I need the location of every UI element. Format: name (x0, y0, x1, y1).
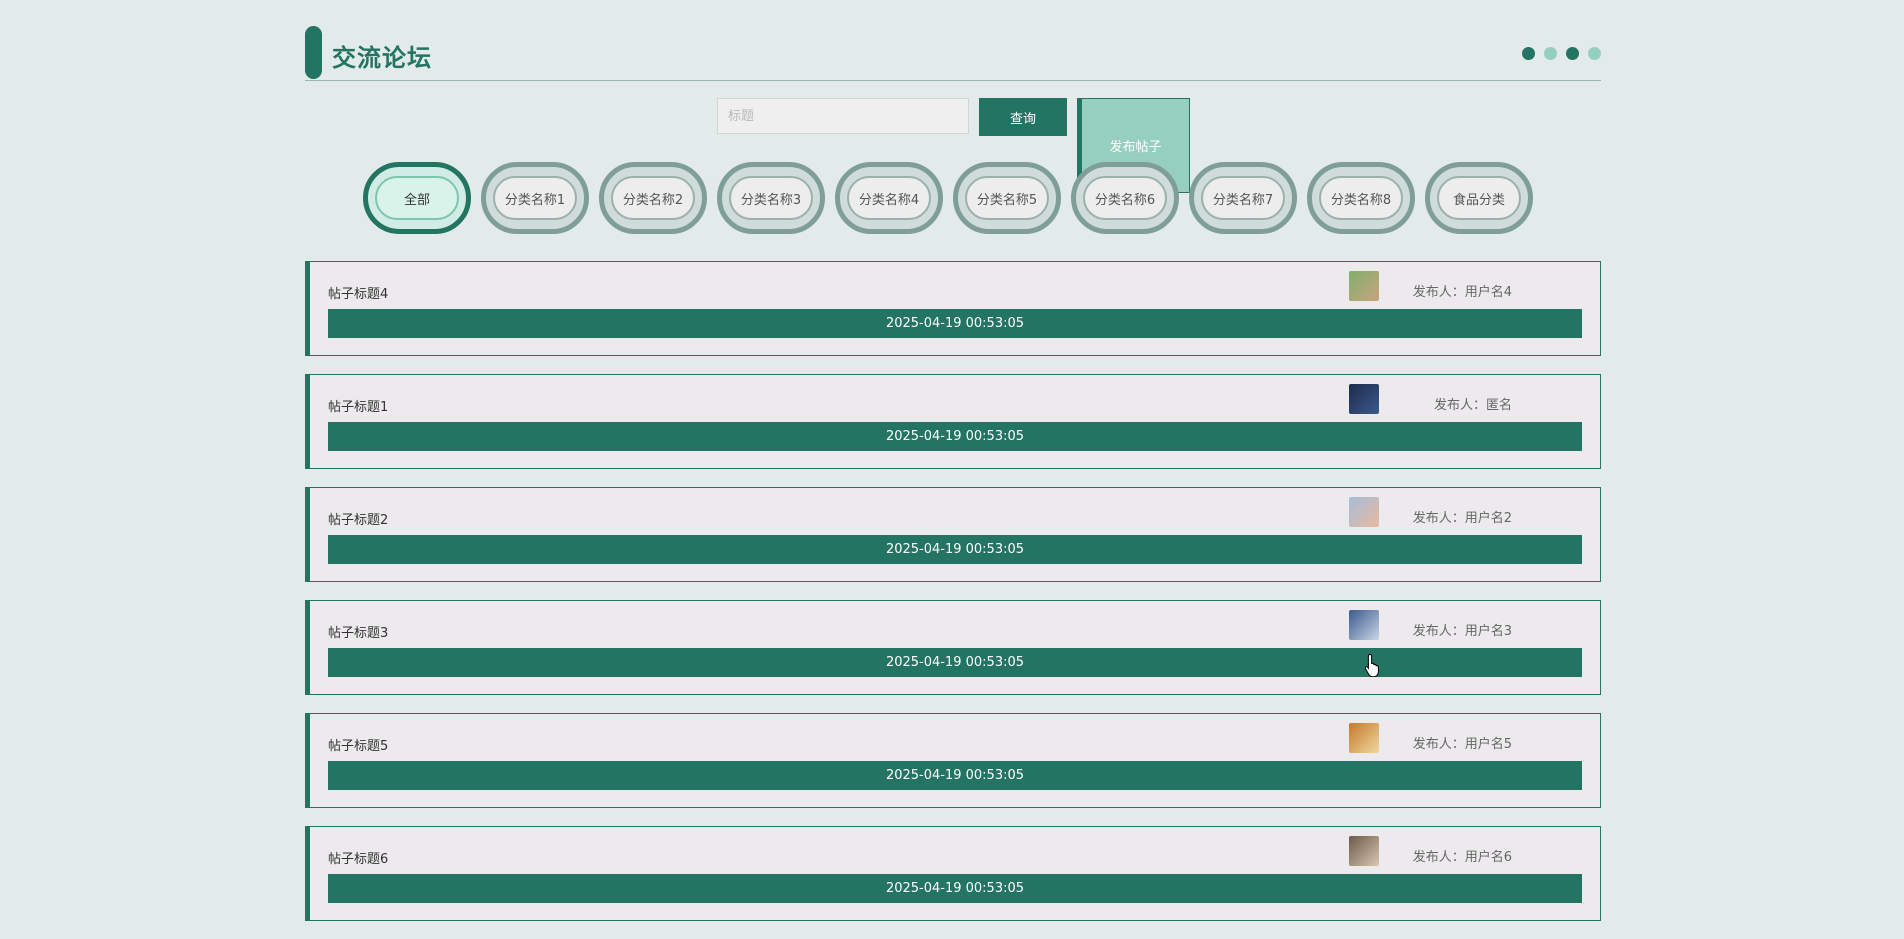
author-avatar (1349, 497, 1379, 527)
author-name: 匿名 (1485, 398, 1512, 413)
author-label: 发布人： (1412, 285, 1465, 300)
post-item[interactable]: 帖子标题2 发布人： 用户名2 2025-04-19 00:53:05 (305, 487, 1601, 582)
post-date: 2025-04-19 00:53:05 (328, 422, 1582, 451)
post-title[interactable]: 帖子标题5 (328, 735, 388, 754)
category-tab-label: 分类名称6 (1083, 176, 1167, 220)
post-author: 发布人： 用户名4 (1413, 281, 1512, 300)
decorative-dots (1522, 47, 1601, 60)
author-name: 用户名5 (1464, 737, 1512, 752)
post-date: 2025-04-19 00:53:05 (328, 761, 1582, 790)
post-author: 发布人： 用户名6 (1413, 846, 1512, 865)
category-tab-label: 分类名称5 (965, 176, 1049, 220)
page-title: 交流论坛 (332, 44, 432, 72)
category-tab-label: 分类名称3 (729, 176, 813, 220)
category-tab-7[interactable]: 分类名称6 (1071, 162, 1179, 234)
post-title[interactable]: 帖子标题6 (328, 848, 388, 867)
category-tab-label: 分类名称2 (611, 176, 695, 220)
author-label: 发布人： (1412, 511, 1465, 526)
post-item[interactable]: 帖子标题1 发布人： 匿名 2025-04-19 00:53:05 (305, 374, 1601, 469)
post-title[interactable]: 帖子标题1 (328, 396, 388, 415)
author-label: 发布人： (1433, 398, 1486, 413)
category-tab-label: 分类名称1 (493, 176, 577, 220)
author-name: 用户名4 (1464, 285, 1512, 300)
category-tab-label: 分类名称8 (1319, 176, 1403, 220)
author-name: 用户名6 (1464, 850, 1512, 865)
post-list: 帖子标题4 发布人： 用户名4 2025-04-19 00:53:05 帖子标题1 发布人… (305, 261, 1601, 939)
category-tab-4[interactable]: 分类名称3 (717, 162, 825, 234)
dot-2 (1544, 47, 1557, 60)
post-item[interactable]: 帖子标题4 发布人： 用户名4 2025-04-19 00:53:05 (305, 261, 1601, 356)
post-date: 2025-04-19 00:53:05 (328, 874, 1582, 903)
title-accent-bar (305, 26, 322, 79)
category-tab-10[interactable]: 食品分类 (1425, 162, 1533, 234)
author-avatar (1349, 723, 1379, 753)
post-date: 2025-04-19 00:53:05 (328, 309, 1582, 338)
query-button[interactable]: 查询 (979, 98, 1067, 136)
category-tab-3[interactable]: 分类名称2 (599, 162, 707, 234)
category-tab-1[interactable]: 全部 (363, 162, 471, 234)
category-tab-2[interactable]: 分类名称1 (481, 162, 589, 234)
author-avatar (1349, 836, 1379, 866)
category-tab-label: 食品分类 (1437, 176, 1521, 220)
author-avatar (1349, 610, 1379, 640)
author-name: 用户名2 (1464, 511, 1512, 526)
author-label: 发布人： (1412, 737, 1465, 752)
category-tabs: 全部 分类名称1 分类名称2 分类名称3 分类名称4 分类名称5 分类名称6 分类名称7 分类名… (363, 162, 1533, 234)
forum-page: 交流论坛 查询 发布帖子 全部分类名称1分类名称2分类名称3分类名称4分类名称5… (305, 0, 1601, 921)
category-tab-5[interactable]: 分类名称4 (835, 162, 943, 234)
post-author: 发布人： 用户名3 (1413, 620, 1512, 639)
dot-3 (1566, 47, 1579, 60)
author-label: 发布人： (1412, 624, 1465, 639)
author-name: 用户名3 (1464, 624, 1512, 639)
dot-4 (1588, 47, 1601, 60)
category-tab-9[interactable]: 分类名称8 (1307, 162, 1415, 234)
post-author: 发布人： 匿名 (1434, 394, 1512, 413)
category-tab-6[interactable]: 分类名称5 (953, 162, 1061, 234)
hand-cursor-icon (1364, 653, 1379, 677)
post-title[interactable]: 帖子标题4 (328, 283, 388, 302)
post-title[interactable]: 帖子标题2 (328, 509, 388, 528)
post-item[interactable]: 帖子标题6 发布人： 用户名6 2025-04-19 00:53:05 (305, 826, 1601, 921)
page-header: 交流论坛 (305, 0, 1601, 81)
post-author: 发布人： 用户名2 (1413, 507, 1512, 526)
post-date: 2025-04-19 00:53:05 (328, 535, 1582, 564)
author-label: 发布人： (1412, 850, 1465, 865)
title-search-input[interactable] (717, 98, 969, 134)
post-item[interactable]: 帖子标题5 发布人： 用户名5 2025-04-19 00:53:05 (305, 713, 1601, 808)
category-tab-label: 分类名称7 (1201, 176, 1285, 220)
category-tab-label: 全部 (375, 176, 459, 220)
post-author: 发布人： 用户名5 (1413, 733, 1512, 752)
author-avatar (1349, 384, 1379, 414)
post-date: 2025-04-19 00:53:05 (328, 648, 1582, 677)
post-title[interactable]: 帖子标题3 (328, 622, 388, 641)
author-avatar (1349, 271, 1379, 301)
dot-1 (1522, 47, 1535, 60)
post-item[interactable]: 帖子标题3 发布人： 用户名3 2025-04-19 00:53:05 (305, 600, 1601, 695)
category-tab-label: 分类名称4 (847, 176, 931, 220)
category-tab-8[interactable]: 分类名称7 (1189, 162, 1297, 234)
